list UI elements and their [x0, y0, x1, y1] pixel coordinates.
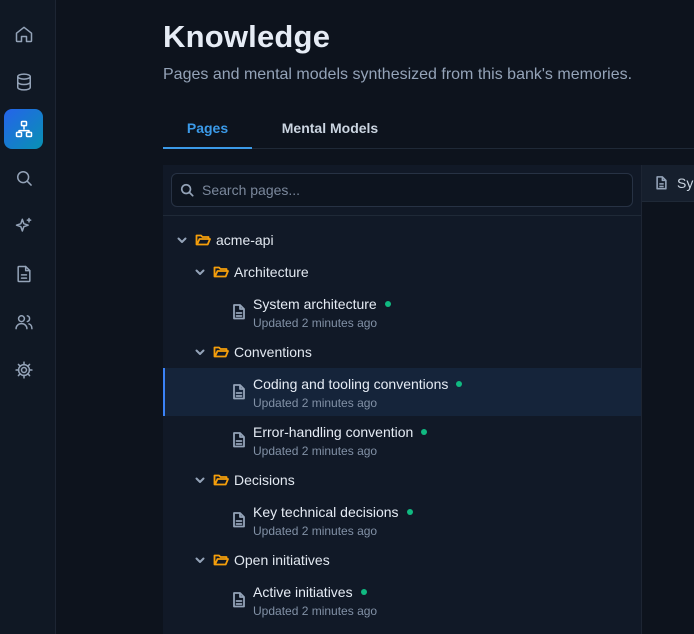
gear-icon — [14, 361, 33, 379]
document-icon — [233, 512, 245, 528]
nav-knowledge[interactable] — [4, 109, 43, 149]
home-icon — [15, 26, 32, 43]
folder-open-icon — [195, 234, 211, 246]
sitemap-icon — [15, 120, 32, 138]
folder-open-icon — [213, 346, 229, 358]
chevron-down-icon[interactable] — [194, 266, 206, 278]
page-preview-pane: Sy — [642, 165, 694, 634]
folder-label: Architecture — [234, 264, 309, 280]
tree-page-selected[interactable]: Coding and tooling conventions Updated 2… — [163, 368, 641, 416]
folder-open-icon — [213, 266, 229, 278]
page-title: Knowledge — [163, 19, 331, 54]
document-icon — [233, 432, 245, 448]
document-icon — [233, 384, 245, 400]
document-icon — [233, 304, 245, 320]
tree-page[interactable]: Key technical decisions Updated 2 minute… — [163, 496, 641, 544]
folder-open-icon — [213, 554, 229, 566]
folder-open-icon — [213, 474, 229, 486]
page-title-text: Error-handling convention — [253, 424, 428, 440]
nav-database[interactable] — [4, 62, 43, 102]
chevron-down-icon[interactable] — [194, 474, 206, 486]
nav-search[interactable] — [4, 158, 43, 198]
page-title-text: Key technical decisions — [253, 504, 413, 520]
nav-rail — [0, 0, 56, 634]
tree-page[interactable]: Active initiatives Updated 2 minutes ago — [163, 576, 641, 624]
nav-insights[interactable] — [4, 206, 43, 246]
status-dot — [360, 589, 367, 596]
search-pages-input[interactable] — [200, 181, 632, 199]
search-icon — [16, 171, 32, 186]
tree-folder-root[interactable]: acme-api — [163, 228, 641, 252]
nav-people[interactable] — [4, 302, 43, 342]
search-bar — [163, 165, 641, 216]
status-dot — [384, 301, 391, 308]
database-icon — [16, 73, 31, 91]
folder-label: acme-api — [216, 232, 274, 248]
folder-label: Decisions — [234, 472, 295, 488]
nav-home[interactable] — [4, 14, 43, 54]
page-updated: Updated 2 minutes ago — [253, 396, 378, 410]
tree-folder[interactable]: Open initiatives — [163, 548, 641, 572]
page-updated: Updated 2 minutes ago — [253, 444, 378, 458]
tree-page[interactable]: Error-handling convention Updated 2 minu… — [163, 416, 641, 464]
chevron-down-icon[interactable] — [176, 234, 188, 246]
tree-folder[interactable]: Conventions — [163, 340, 641, 364]
sparkles-icon — [15, 217, 31, 232]
tab-mental-models[interactable]: Mental Models — [268, 108, 392, 147]
tree-page[interactable]: System architecture Updated 2 minutes ag… — [163, 288, 641, 336]
search-box — [171, 173, 633, 207]
page-title-text: System architecture — [253, 296, 391, 312]
folder-label: Open initiatives — [234, 552, 330, 568]
users-icon — [14, 315, 33, 330]
page-title-text: Coding and tooling conventions — [253, 376, 463, 392]
pages-tree-panel: acme-api Architecture System architectur… — [163, 165, 642, 634]
chevron-down-icon[interactable] — [194, 346, 206, 358]
status-dot — [421, 429, 428, 436]
tab-bar: Pages Mental Models — [163, 108, 694, 149]
document-icon — [16, 265, 31, 283]
tab-pages[interactable]: Pages — [163, 108, 252, 149]
search-icon — [180, 183, 194, 197]
nav-settings[interactable] — [4, 350, 43, 390]
page-title-text: Active initiatives — [253, 584, 367, 600]
page-updated: Updated 2 minutes ago — [253, 524, 378, 538]
page-updated: Updated 2 minutes ago — [253, 316, 378, 330]
status-dot — [406, 509, 413, 516]
folder-label: Conventions — [234, 344, 312, 360]
document-icon — [656, 176, 667, 190]
tree-folder[interactable]: Decisions — [163, 468, 641, 492]
page-updated: Updated 2 minutes ago — [253, 604, 378, 618]
preview-tab[interactable]: Sy — [642, 165, 694, 202]
page-subtitle: Pages and mental models synthesized from… — [163, 66, 633, 83]
document-icon — [233, 592, 245, 608]
preview-tab-label: Sy — [677, 175, 694, 191]
nav-documents[interactable] — [4, 254, 43, 294]
chevron-down-icon[interactable] — [194, 554, 206, 566]
status-dot — [456, 381, 463, 388]
tree-folder[interactable]: Architecture — [163, 260, 641, 284]
